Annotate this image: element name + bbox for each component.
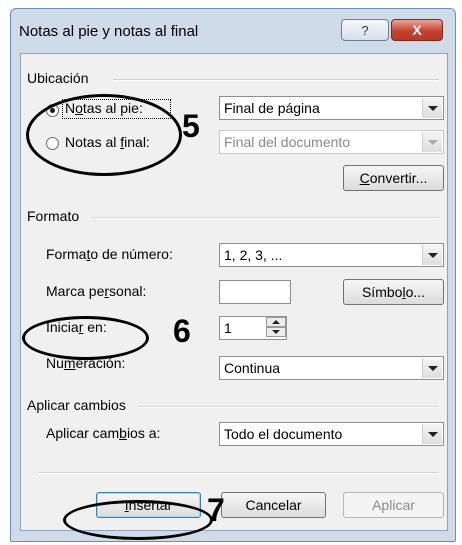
group-divider bbox=[113, 79, 439, 81]
select-value: Continua bbox=[224, 360, 281, 376]
footer-divider bbox=[39, 472, 439, 474]
annotation-number-5: 5 bbox=[182, 108, 200, 144]
dialog-window: Notas al pie y notas al final ? X Ubicac… bbox=[10, 8, 456, 542]
spin-up-icon[interactable] bbox=[266, 317, 286, 327]
dialog-title: Notas al pie y notas al final bbox=[19, 23, 199, 40]
chevron-down-icon[interactable] bbox=[422, 245, 442, 265]
convertir-button[interactable]: Convertir... bbox=[343, 165, 444, 191]
button-label: o... bbox=[405, 284, 426, 300]
aplicar-button: Aplicar bbox=[343, 492, 444, 518]
title-bar[interactable]: Notas al pie y notas al final ? X bbox=[11, 9, 455, 51]
group-label-aplicar-cambios: Aplicar cambios bbox=[27, 397, 126, 413]
close-icon: X bbox=[412, 22, 422, 38]
select-value: 1, 2, 3, ... bbox=[224, 247, 283, 263]
annotation-number-7: 7 bbox=[207, 492, 225, 528]
spin-down-icon[interactable] bbox=[266, 327, 286, 337]
annotation-number-6: 6 bbox=[173, 313, 191, 349]
button-label: Símbo bbox=[361, 284, 403, 300]
group-divider bbox=[139, 406, 439, 408]
marca-personal-input[interactable] bbox=[219, 280, 291, 304]
select-value: Final de página bbox=[224, 100, 320, 116]
help-icon: ? bbox=[361, 22, 369, 38]
annotation-ellipse bbox=[26, 94, 182, 176]
group-divider bbox=[91, 217, 439, 219]
select-value: Todo el documento bbox=[224, 426, 343, 442]
label-aplicar-a: Aplicar cambios a: bbox=[46, 425, 161, 441]
select-aplicar-a[interactable]: Todo el documento bbox=[219, 422, 444, 446]
select-notas-final: Final del documento bbox=[219, 130, 444, 154]
close-button[interactable]: X bbox=[391, 19, 443, 41]
spinner-buttons[interactable] bbox=[266, 317, 286, 339]
chevron-down-icon bbox=[422, 132, 442, 152]
cancelar-button[interactable]: Cancelar bbox=[221, 492, 326, 518]
annotation-ellipse bbox=[22, 316, 149, 360]
group-label-ubicacion: Ubicación bbox=[27, 70, 89, 86]
button-label: onvertir... bbox=[369, 170, 428, 186]
chevron-down-icon[interactable] bbox=[422, 424, 442, 444]
accel-key: C bbox=[359, 170, 370, 186]
label-marca-personal: Marca personal: bbox=[46, 283, 147, 299]
label-formato-numero: Formato de número: bbox=[46, 246, 173, 262]
simbolo-button[interactable]: Símbo l o... bbox=[343, 279, 444, 305]
spinner-value: 1 bbox=[224, 320, 232, 336]
select-notas-pie[interactable]: Final de página bbox=[219, 96, 444, 120]
select-formato-numero[interactable]: 1, 2, 3, ... bbox=[219, 243, 444, 267]
annotation-ellipse bbox=[63, 500, 213, 540]
chevron-down-icon[interactable] bbox=[422, 98, 442, 118]
select-numeracion[interactable]: Continua bbox=[219, 356, 444, 380]
help-button[interactable]: ? bbox=[341, 19, 389, 41]
select-value: Final del documento bbox=[224, 134, 351, 150]
chevron-down-icon[interactable] bbox=[422, 358, 442, 378]
group-label-formato: Formato bbox=[27, 208, 80, 224]
